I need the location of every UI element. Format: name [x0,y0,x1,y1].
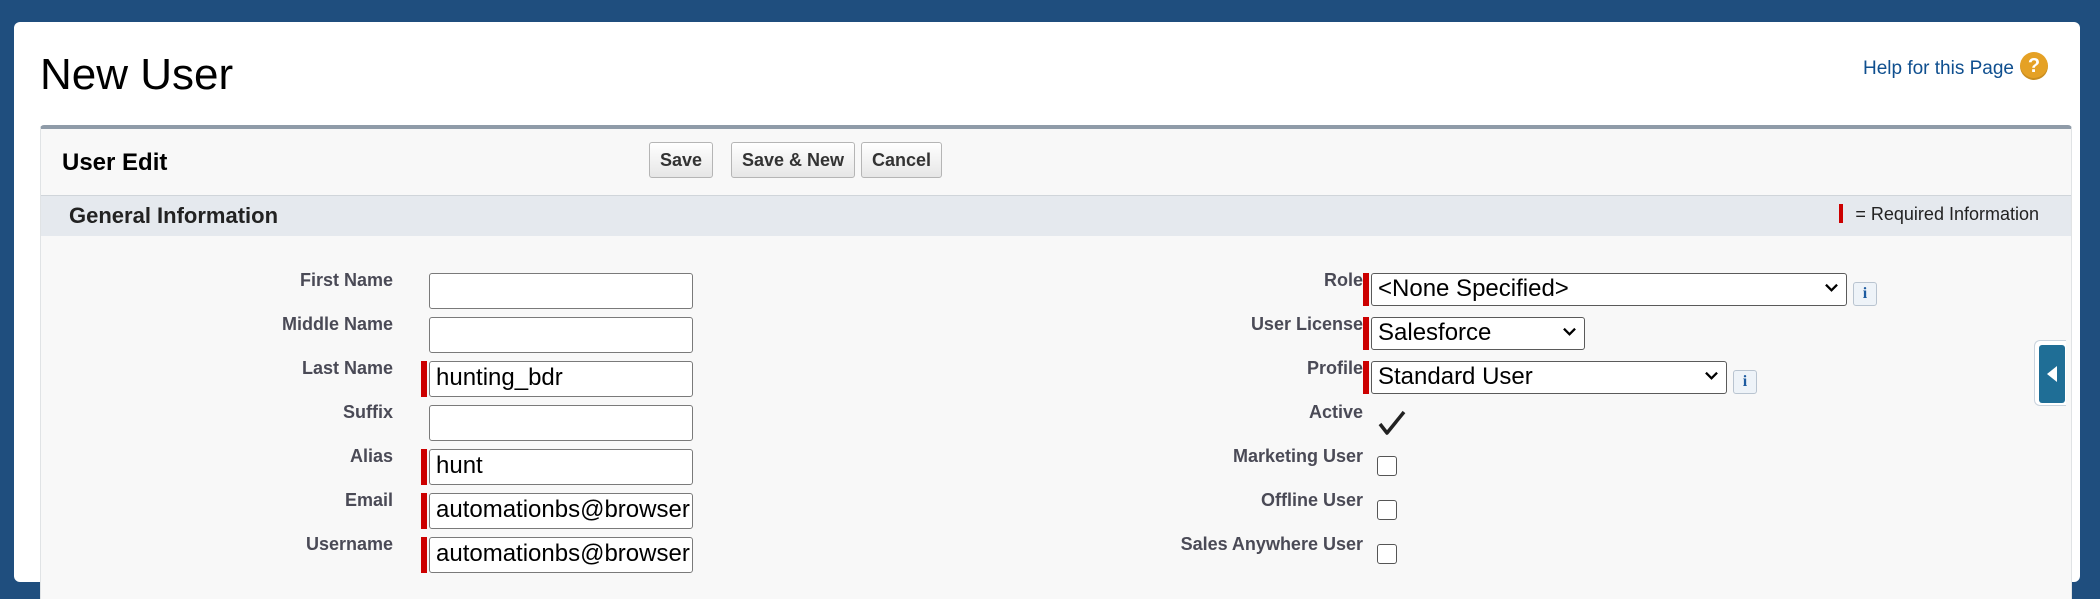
info-icon[interactable]: i [1853,282,1877,306]
page-title: New User [40,50,234,99]
middle-name-label: Middle Name [281,314,393,334]
email-input[interactable]: automationbs@browser [429,493,693,529]
sales-anywhere-user-checkbox[interactable] [1377,544,1397,564]
profile-label: Profile [1306,358,1363,378]
required-legend-text: = Required Information [1855,204,2039,224]
required-indicator [421,537,427,573]
marketing-user-label: Marketing User [1232,446,1363,466]
offline-user-label: Offline User [1260,490,1363,510]
save-and-new-button[interactable]: Save & New [731,142,856,178]
username-label: Username [305,534,393,554]
offline-user-checkbox[interactable] [1377,500,1397,520]
panel-title: User Edit [62,149,168,176]
cancel-button[interactable]: Cancel [861,142,943,178]
role-select[interactable]: <None Specified> [1371,273,1847,306]
alias-input[interactable]: hunt [429,449,693,485]
section-title: General Information [69,203,279,228]
checkmark-icon[interactable] [1377,409,1407,437]
help-link[interactable]: Help for this Page [1863,58,2014,80]
page-container: New User Help for this Page ? User Edit … [14,22,2080,599]
help-icon[interactable]: ? [2020,52,2048,80]
alias-label: Alias [349,446,393,466]
last-name-input[interactable]: hunting_bdr [429,361,693,397]
required-indicator [421,361,427,397]
user-license-label: User License [1250,314,1363,334]
required-legend: = Required Information [1839,204,2039,225]
sidebar-collapse-tab[interactable] [2034,340,2066,406]
profile-select-value: Standard User [1378,363,1533,390]
profile-select[interactable]: Standard User [1371,361,1727,394]
user-edit-panel: User Edit Save Save & New Cancel General… [40,125,2072,599]
required-indicator [1363,317,1369,350]
suffix-label: Suffix [342,402,393,422]
chevron-down-icon [1825,283,1838,292]
user-license-select[interactable]: Salesforce [1371,317,1585,350]
username-input[interactable]: automationbs@browser [429,537,693,573]
role-label: Role [1323,270,1363,290]
required-indicator [1363,361,1369,394]
suffix-input[interactable] [429,405,693,441]
active-label: Active [1308,402,1363,422]
sales-anywhere-user-label: Sales Anywhere User [1180,534,1363,554]
middle-name-input[interactable] [429,317,693,353]
email-label: Email [344,490,393,510]
user-license-select-value: Salesforce [1378,319,1492,346]
collapse-button[interactable] [2039,345,2065,403]
last-name-label: Last Name [301,358,393,378]
required-indicator [421,449,427,485]
info-icon[interactable]: i [1733,370,1757,394]
chevron-down-icon [1563,327,1576,336]
required-indicator [1839,204,1844,223]
section-header: General Information = Required Informati… [41,195,2071,236]
required-indicator [421,493,427,529]
first-name-input[interactable] [429,273,693,309]
chevron-down-icon [1705,371,1718,380]
save-button[interactable]: Save [649,142,714,178]
collapse-arrow-icon [2047,366,2057,382]
required-indicator [1363,273,1369,306]
marketing-user-checkbox[interactable] [1377,456,1397,476]
first-name-label: First Name [299,270,393,290]
role-select-value: <None Specified> [1378,275,1569,302]
